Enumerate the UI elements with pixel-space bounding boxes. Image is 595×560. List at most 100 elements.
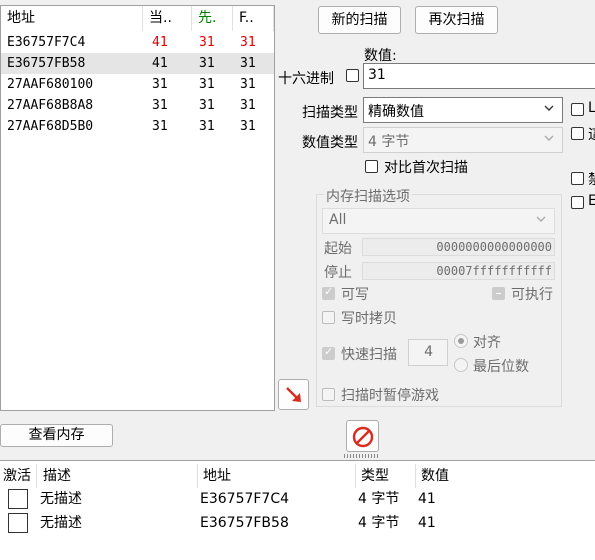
stop-scan-button[interactable] [346, 420, 379, 452]
value-input[interactable]: 31 [363, 63, 595, 89]
align-radio[interactable] [454, 334, 468, 348]
result-first: 31 [240, 119, 256, 134]
result-current: 31 [152, 77, 168, 92]
address-list-row[interactable]: 无描述 E36757F7C4 4 字节 41 [0, 487, 595, 511]
result-previous: 31 [199, 77, 215, 92]
hex-checkbox[interactable] [346, 69, 359, 82]
last-digits-radio[interactable] [454, 358, 468, 372]
result-first: 31 [240, 35, 256, 50]
result-first: 31 [240, 56, 256, 71]
row-address: E36757F7C4 [200, 491, 290, 507]
splitter-dots-icon[interactable] [344, 454, 380, 458]
address-list-row[interactable]: 无描述 E36757FB58 4 字节 41 [0, 511, 595, 535]
result-first: 31 [240, 77, 256, 92]
result-row[interactable]: E36757FB58 41 31 31 [1, 53, 274, 74]
memory-scan-options-title: 内存扫描选项 [324, 186, 412, 206]
pause-game-checkbox[interactable] [322, 388, 335, 401]
result-previous: 31 [199, 56, 215, 71]
column-header-address[interactable]: 地址 [200, 464, 356, 488]
chevron-down-icon [543, 102, 555, 117]
start-address-input[interactable]: 0000000000000000 [362, 238, 555, 256]
result-first: 31 [240, 98, 256, 113]
result-address: E36757FB58 [7, 56, 86, 71]
fast-scan-checkbox[interactable] [322, 345, 335, 360]
row-description: 无描述 [40, 515, 82, 531]
align-label: 对齐 [473, 335, 501, 351]
chevron-down-icon [543, 132, 555, 147]
memory-region-value: All [329, 212, 347, 228]
result-row[interactable]: E36757F7C4 41 31 31 [1, 32, 274, 53]
result-previous: 31 [199, 35, 215, 50]
result-row[interactable]: 27AAF68B8A8 31 31 31 [1, 95, 274, 116]
compare-first-checkbox[interactable] [365, 160, 378, 173]
value-input-text: 31 [368, 67, 386, 83]
column-header-type[interactable]: 类型 [358, 464, 416, 488]
fast-scan-label: 快速扫描 [341, 347, 397, 363]
column-header-current[interactable]: 当.. [143, 6, 192, 31]
executable-checkbox[interactable] [492, 287, 505, 300]
column-header-active[interactable]: 激活 [0, 464, 37, 488]
hex-label: 十六进制 [278, 71, 334, 87]
column-header-address[interactable]: 地址 [1, 6, 143, 31]
option-checkbox-3[interactable] [571, 172, 584, 185]
scan-type-select[interactable]: 精确数值 [363, 97, 563, 123]
result-address: 27AAF68D5B0 [7, 119, 94, 134]
value-type-value: 4 字节 [368, 134, 410, 150]
chevron-down-icon [535, 213, 547, 228]
scan-type-value: 精确数值 [368, 104, 424, 120]
active-checkbox[interactable] [8, 513, 28, 533]
compare-first-label: 对比首次扫描 [384, 160, 468, 176]
fast-scan-value: 4 [424, 344, 433, 360]
copy-on-write-checkbox[interactable] [322, 311, 335, 324]
row-address: E36757FB58 [200, 515, 289, 531]
result-address: 27AAF68B8A8 [7, 98, 94, 113]
row-value: 41 [418, 515, 436, 531]
value-type-label: 数值类型 [302, 135, 358, 151]
option-label-2: 這 [588, 124, 595, 144]
scan-type-label: 扫描类型 [302, 105, 358, 121]
result-row[interactable]: 27AAF680100 31 31 31 [1, 74, 274, 95]
result-current: 31 [152, 98, 168, 113]
scan-results-list[interactable]: 地址 当.. 先. F.. E36757F7C4 41 31 31 E36757… [0, 5, 275, 411]
result-current: 41 [152, 35, 168, 50]
result-address: 27AAF680100 [7, 77, 94, 92]
stop-address-value: 00007fffffffffff [436, 264, 552, 278]
view-memory-button[interactable]: 查看内存 [0, 424, 113, 447]
add-to-address-list-button[interactable] [278, 379, 309, 410]
value-label: 数值: [364, 48, 397, 64]
active-checkbox[interactable] [8, 489, 28, 509]
option-checkbox-4[interactable] [571, 196, 584, 209]
row-type: 4 字节 [358, 491, 400, 507]
start-label: 起始 [324, 241, 352, 257]
result-address: E36757F7C4 [7, 35, 86, 50]
next-scan-button[interactable]: 再次扫描 [415, 6, 498, 34]
last-digits-label: 最后位数 [473, 359, 529, 375]
option-label-3: 禁 [588, 169, 595, 189]
writable-label: 可写 [341, 287, 369, 303]
result-current: 41 [152, 56, 168, 71]
result-current: 31 [152, 119, 168, 134]
column-header-description[interactable]: 描述 [40, 464, 198, 488]
option-label-l: L [588, 100, 595, 116]
result-row[interactable]: 27AAF68D5B0 31 31 31 [1, 116, 274, 137]
executable-label: 可执行 [511, 287, 553, 303]
value-type-select[interactable]: 4 字节 [363, 127, 563, 153]
writable-checkbox[interactable] [322, 285, 335, 300]
memory-region-select[interactable]: All [322, 208, 555, 234]
option-checkbox-l[interactable] [571, 103, 584, 116]
row-type: 4 字节 [358, 515, 400, 531]
column-header-previous[interactable]: 先. [192, 6, 233, 31]
copy-on-write-label: 写时拷贝 [341, 311, 397, 327]
address-list[interactable]: 激活 描述 地址 类型 数值 无描述 E36757F7C4 4 字节 41 无描… [0, 460, 595, 560]
column-header-first[interactable]: F.. [233, 6, 274, 31]
pause-game-label: 扫描时暂停游戏 [341, 388, 439, 404]
option-checkbox-2[interactable] [571, 127, 584, 140]
stop-label: 停止 [324, 265, 352, 281]
stop-address-input[interactable]: 00007fffffffffff [362, 262, 555, 280]
start-address-value: 0000000000000000 [436, 240, 552, 254]
stop-scan-icon [352, 426, 374, 452]
fast-scan-input[interactable]: 4 [408, 339, 448, 366]
new-scan-button[interactable]: 新的扫描 [318, 6, 401, 34]
column-header-value[interactable]: 数值 [418, 464, 595, 488]
add-to-list-arrow-icon [284, 385, 304, 409]
